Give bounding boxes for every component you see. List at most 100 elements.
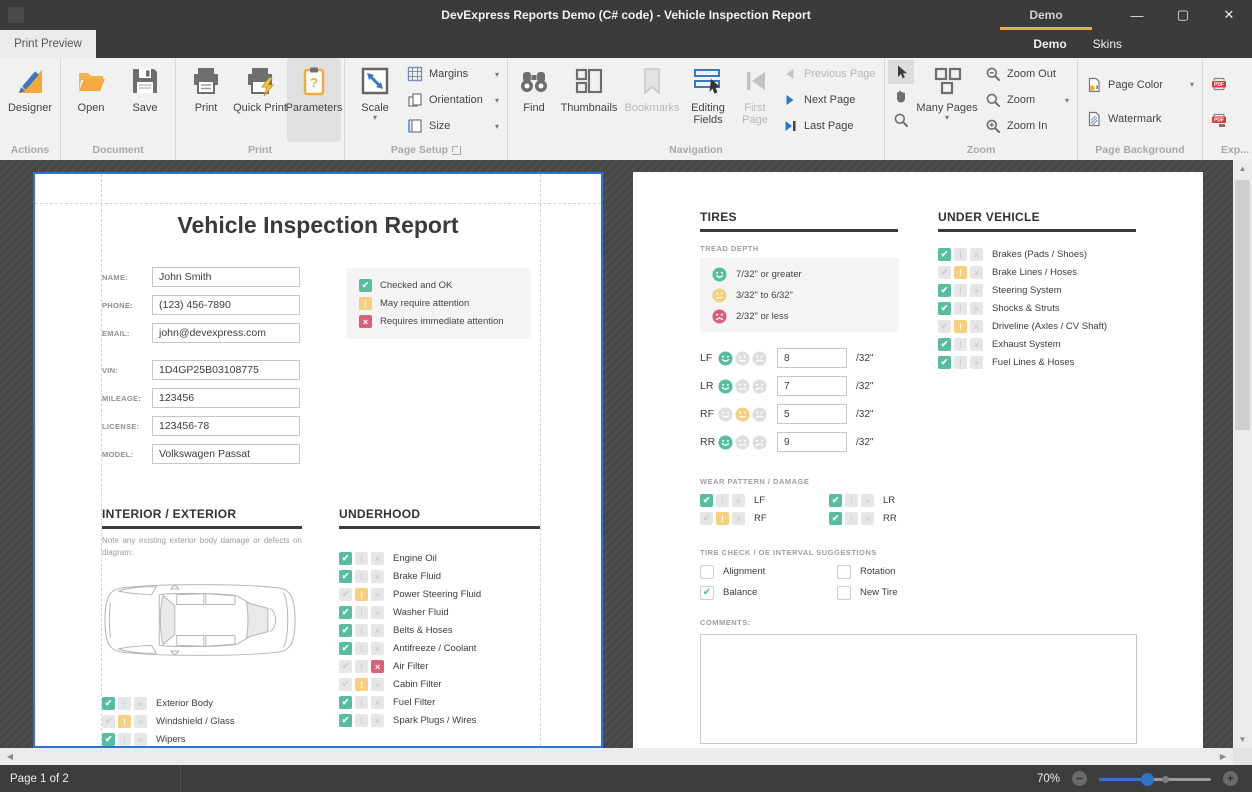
field-value-box[interactable]: (123) 456-7890 (152, 295, 300, 315)
pointer-tool-button[interactable] (888, 60, 914, 84)
checklist-row[interactable]: ✔ ! × Exhaust System (938, 338, 1107, 351)
checkbox[interactable]: ✔ (700, 586, 714, 600)
checklist-row[interactable]: ✔ ! × RR (829, 512, 940, 525)
page-color-button[interactable]: Page Color ▾ (1081, 72, 1199, 98)
maximize-button[interactable]: ▢ (1160, 0, 1206, 30)
many-pages-button[interactable]: Many Pages ▾ (914, 58, 980, 142)
checkbox[interactable]: ✔ (837, 586, 851, 600)
checkbox[interactable]: ✔ (837, 565, 851, 579)
checklist-row[interactable]: ✔ ! × LR (829, 494, 940, 507)
sad-face-icon[interactable] (752, 407, 767, 422)
sad-face-icon[interactable] (752, 351, 767, 366)
checklist-row[interactable]: ✔ ! × Antifreeze / Coolant (339, 642, 481, 655)
field-value-box[interactable]: 1D4GP25B03108775 (152, 360, 300, 380)
zoom-region-tool-button[interactable] (888, 108, 914, 132)
zoom-slider[interactable] (1099, 772, 1211, 786)
tab-demo[interactable]: Demo (1033, 37, 1066, 51)
checklist-row[interactable]: ✔ ! × Brake Fluid (339, 570, 481, 583)
sad-face-icon[interactable] (752, 435, 767, 450)
margins-button[interactable]: Margins ▾ (402, 61, 504, 87)
tread-depth-value-box[interactable]: 8 (777, 348, 847, 368)
happy-face-icon[interactable] (718, 435, 733, 450)
checklist-row[interactable]: ✔ ! × Washer Fluid (339, 606, 481, 619)
checklist-row[interactable]: ✔ ! × Exterior Body (102, 697, 235, 710)
neutral-face-icon[interactable] (735, 407, 750, 422)
checklist-row[interactable]: ✔ ! × RF (700, 512, 811, 525)
bookmarks-button[interactable]: Bookmarks (621, 58, 683, 142)
print-button[interactable]: Print (179, 58, 233, 142)
orientation-button[interactable]: Orientation ▾ (402, 87, 504, 113)
neutral-face-icon[interactable] (735, 435, 750, 450)
vertical-scrollbar[interactable]: ▲ ▼ (1233, 160, 1252, 748)
checklist-row[interactable]: ✔ ! × Shocks & Struts (938, 302, 1107, 315)
zoom-button[interactable]: Zoom ▾ (980, 87, 1074, 113)
send-pdf-button[interactable]: PDF ▾ (1206, 107, 1252, 133)
tread-depth-value-box[interactable]: 9 (777, 432, 847, 452)
checklist-row[interactable]: ✔ ! × Cabin Filter (339, 678, 481, 691)
happy-face-icon[interactable] (718, 379, 733, 394)
field-value-box[interactable]: Volkswagen Passat (152, 444, 300, 464)
checklist-row[interactable]: ✔ ! × Belts & Hoses (339, 624, 481, 637)
find-button[interactable]: Find (511, 58, 557, 142)
checklist-row[interactable]: ✔ ! × Windshield / Glass (102, 715, 235, 728)
size-button[interactable]: Size ▾ (402, 113, 504, 139)
checklist-row[interactable]: ✔ ! × Driveline (Axles / CV Shaft) (938, 320, 1107, 333)
field-value-box[interactable]: 123456-78 (152, 416, 300, 436)
tab-print-preview[interactable]: Print Preview (0, 30, 96, 58)
tab-skins[interactable]: Skins (1093, 37, 1122, 51)
tread-depth-value-box[interactable]: 5 (777, 404, 847, 424)
happy-face-icon[interactable] (718, 407, 733, 422)
checkbox[interactable]: ✔ (700, 565, 714, 579)
vertical-scrollbar-thumb[interactable] (1235, 180, 1250, 430)
checklist-row[interactable]: ✔ ! × Power Steering Fluid (339, 588, 481, 601)
comments-box[interactable] (700, 634, 1137, 744)
checklist-row[interactable]: ✔ ! × Steering System (938, 284, 1107, 297)
happy-face-icon[interactable] (718, 351, 733, 366)
horizontal-scrollbar[interactable]: ◀ ▶ (0, 748, 1233, 765)
quick-print-button[interactable]: Quick Print (233, 58, 287, 142)
zoom-increase-button[interactable]: + (1223, 771, 1238, 786)
checklist-row[interactable]: ✔ ! × Spark Plugs / Wires (339, 714, 481, 727)
editing-fields-button[interactable]: Editing Fields (683, 58, 733, 142)
tread-depth-value-box[interactable]: 7 (777, 376, 847, 396)
last-page-button[interactable]: Last Page (777, 113, 881, 139)
save-button[interactable]: Save (118, 58, 172, 142)
scroll-down-icon[interactable]: ▼ (1233, 735, 1252, 744)
export-pdf-button[interactable]: PDF ▾ (1206, 71, 1252, 97)
checklist-row[interactable]: ✔ ! × Wipers (102, 733, 235, 746)
hand-tool-button[interactable] (888, 84, 914, 108)
checklist-row[interactable]: ✔ ! × LF (700, 494, 811, 507)
zoom-decrease-button[interactable]: − (1072, 771, 1087, 786)
dialog-launcher-icon[interactable] (452, 146, 461, 155)
neutral-face-icon[interactable] (735, 379, 750, 394)
minimize-button[interactable]: — (1114, 0, 1160, 30)
zoom-in-button[interactable]: Zoom In (980, 113, 1074, 139)
scroll-left-icon[interactable]: ◀ (2, 748, 18, 765)
field-value-box[interactable]: John Smith (152, 267, 300, 287)
scroll-right-icon[interactable]: ▶ (1215, 748, 1231, 765)
checklist-row[interactable]: ✔ ! × Fuel Lines & Hoses (938, 356, 1107, 369)
checklist-row[interactable]: ✔ ! × Fuel Filter (339, 696, 481, 709)
report-page-2[interactable]: TIRES TREAD DEPTH 7/32" or greater 3/32"… (633, 172, 1203, 748)
checklist-row[interactable]: ✔ ! × Air Filter (339, 660, 481, 673)
first-page-button[interactable]: First Page (733, 58, 777, 142)
field-value-box[interactable]: john@devexpress.com (152, 323, 300, 343)
zoom-slider-marker[interactable] (1162, 776, 1169, 783)
checklist-row[interactable]: ✔ ! × Brake Lines / Hoses (938, 266, 1107, 279)
thumbnails-button[interactable]: Thumbnails (557, 58, 621, 142)
next-page-button[interactable]: Next Page (777, 87, 881, 113)
zoom-out-button[interactable]: Zoom Out (980, 61, 1074, 87)
close-button[interactable]: ✕ (1206, 0, 1252, 30)
parameters-button[interactable]: ? Parameters (287, 58, 341, 142)
sad-face-icon[interactable] (752, 379, 767, 394)
checklist-row[interactable]: ✔ ! × Engine Oil (339, 552, 481, 565)
scroll-up-icon[interactable]: ▲ (1233, 164, 1252, 173)
tab-demo-top[interactable]: Demo (1000, 0, 1092, 30)
zoom-slider-thumb[interactable] (1141, 773, 1154, 786)
open-button[interactable]: Open (64, 58, 118, 142)
scale-button[interactable]: Scale ▾ (348, 58, 402, 142)
watermark-button[interactable]: Watermark (1081, 106, 1199, 132)
checklist-row[interactable]: ✔ ! × Brakes (Pads / Shoes) (938, 248, 1107, 261)
report-page-1[interactable]: Vehicle Inspection Report NAME: John Smi… (33, 172, 603, 748)
designer-button[interactable]: Designer (3, 58, 57, 142)
